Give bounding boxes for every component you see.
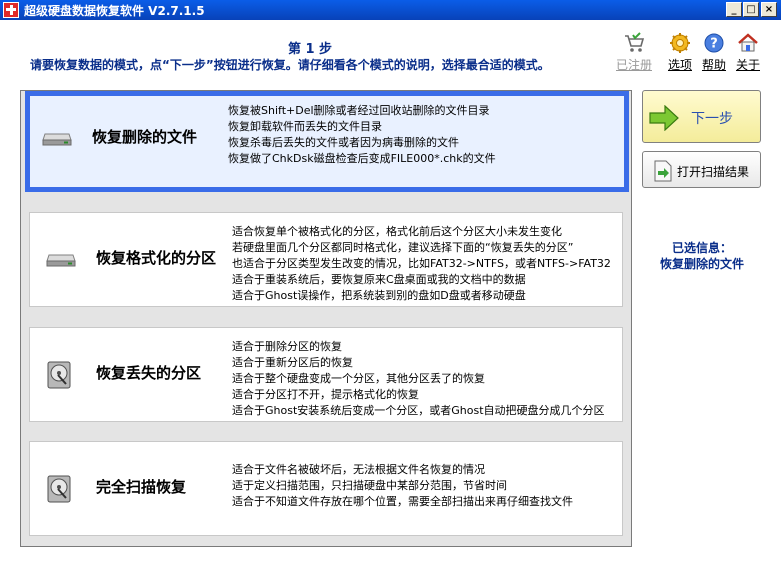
mode-description: 适合恢复单个被格式化的分区，格式化前后这个分区大小未发生变化 若硬盘里面几个分区… xyxy=(232,224,611,304)
mode-description-line: 适合于文件名被破坏后，无法根据文件名恢复的情况 xyxy=(232,463,485,476)
mode-full-scan[interactable]: 完全扫描恢复 适合于文件名被破坏后，无法根据文件名恢复的情况 适于定义扫描范围，… xyxy=(29,441,623,536)
window-title: 超级硬盘数据恢复软件 V2.7.1.5 xyxy=(24,4,205,18)
open-hard-disk-icon xyxy=(47,475,71,503)
mode-description: 适合于删除分区的恢复 适合于重新分区后的恢复 适合于整个硬盘变成一个分区，其他分… xyxy=(232,339,605,419)
mode-list: 恢复删除的文件 恢复被Shift+Del删除或者经过回收站删除的文件目录 恢复卸… xyxy=(20,90,632,547)
gear-icon xyxy=(670,33,690,53)
mode-description-line: 恢复被Shift+Del删除或者经过回收站删除的文件目录 xyxy=(228,104,490,117)
home-icon xyxy=(738,33,758,52)
mode-description-line: 适合于Ghost误操作，把系统装到别的盘如D盘或者移动硬盘 xyxy=(232,289,526,302)
selected-info-value: 恢复删除的文件 xyxy=(659,257,744,271)
mode-recover-formatted[interactable]: 恢复格式化的分区 适合恢复单个被格式化的分区，格式化前后这个分区大小未发生变化 … xyxy=(29,212,623,307)
mode-description-line: 也适合于分区类型发生改变的情况，比如FAT32->NTFS，或者NTFS->FA… xyxy=(232,257,611,270)
mode-description: 恢复被Shift+Del删除或者经过回收站删除的文件目录 恢复卸载软件而丢失的文… xyxy=(228,103,496,167)
mode-recover-lost-partition[interactable]: 恢复丢失的分区 适合于删除分区的恢复 适合于重新分区后的恢复 适合于整个硬盘变成… xyxy=(29,327,623,422)
mode-description-line: 适合于Ghost安装系统后变成一个分区，或者Ghost自动把硬盘分成几个分区 xyxy=(232,404,605,417)
mode-name: 恢复格式化的分区 xyxy=(96,249,217,267)
mode-recover-deleted[interactable]: 恢复删除的文件 恢复被Shift+Del删除或者经过回收站删除的文件目录 恢复卸… xyxy=(25,91,629,192)
mode-name: 完全扫描恢复 xyxy=(96,478,187,496)
cart-icon xyxy=(625,32,645,52)
next-button[interactable]: 下一步 xyxy=(642,90,761,143)
mode-description-line: 适于定义扫描范围，只扫描硬盘中某部分范围，节省时间 xyxy=(232,479,507,492)
about-label: 关于 xyxy=(735,58,760,72)
mode-description-line: 适合于分区打不开，提示格式化的恢复 xyxy=(232,388,419,401)
mode-description-line: 恢复做了ChkDsk磁盘检查后变成FILE000*.chk的文件 xyxy=(228,152,496,165)
selected-info: 已选信息： 恢复删除的文件 xyxy=(640,240,764,272)
svg-text:?: ? xyxy=(710,37,718,52)
mode-name: 恢复删除的文件 xyxy=(92,128,198,146)
close-button[interactable]: × xyxy=(761,2,777,17)
step-description: 请要恢复数据的模式，点“下一步”按钮进行恢复。请仔细看各个模式的说明，选择最合适… xyxy=(30,58,550,72)
register-button[interactable]: 已注册 xyxy=(614,32,654,73)
document-arrow-icon xyxy=(654,160,672,182)
maximize-button[interactable]: □ xyxy=(743,2,759,17)
mode-description-line: 适合于重装系统后，要恢复原来C盘桌面或我的文档中的数据 xyxy=(232,273,526,286)
arrow-right-icon xyxy=(649,105,679,131)
register-label: 已注册 xyxy=(615,58,652,72)
title-bar: 超级硬盘数据恢复软件 V2.7.1.5 _ □ × xyxy=(0,0,781,20)
mode-description-line: 恢复杀毒后丢失的文件或者因为病毒删除的文件 xyxy=(228,136,459,149)
next-label: 下一步 xyxy=(691,111,733,127)
mode-description-line: 若硬盘里面几个分区都同时格式化，建议选择下面的“恢复丢失的分区” xyxy=(232,241,574,254)
mode-description-line: 适合恢复单个被格式化的分区，格式化前后这个分区大小未发生变化 xyxy=(232,225,562,238)
toolbar: 已注册 选项 ? 帮助 关于 xyxy=(614,32,774,76)
open-hard-disk-icon xyxy=(47,361,71,389)
mode-description-line: 适合于整个硬盘变成一个分区，其他分区丢了的恢复 xyxy=(232,372,485,385)
mode-description-line: 恢复卸载软件而丢失的文件目录 xyxy=(228,120,382,133)
open-scan-result-button[interactable]: 打开扫描结果 xyxy=(642,151,761,188)
mode-description-line: 适合于重新分区后的恢复 xyxy=(232,356,353,369)
minimize-button[interactable]: _ xyxy=(726,2,742,17)
help-icon: ? xyxy=(704,33,724,53)
help-label: 帮助 xyxy=(701,58,726,72)
selected-info-heading: 已选信息： xyxy=(671,241,732,255)
mode-description-line: 适合于删除分区的恢复 xyxy=(232,340,342,353)
open-scan-result-label: 打开扫描结果 xyxy=(677,165,750,179)
hard-disk-icon xyxy=(46,254,76,267)
app-icon xyxy=(3,2,19,18)
options-label: 选项 xyxy=(667,58,692,72)
mode-description-line: 适合于不知道文件存放在哪个位置，需要全部扫描出来再仔细查找文件 xyxy=(232,495,573,508)
about-button[interactable]: 关于 xyxy=(728,32,768,73)
hard-disk-icon xyxy=(42,133,72,146)
step-title: 第 1 步 xyxy=(287,42,333,57)
mode-description: 适合于文件名被破坏后，无法根据文件名恢复的情况 适于定义扫描范围，只扫描硬盘中某… xyxy=(232,462,573,510)
mode-name: 恢复丢失的分区 xyxy=(96,364,202,382)
main-window: 第 1 步 请要恢复数据的模式，点“下一步”按钮进行恢复。请仔细看各个模式的说明… xyxy=(0,20,781,568)
